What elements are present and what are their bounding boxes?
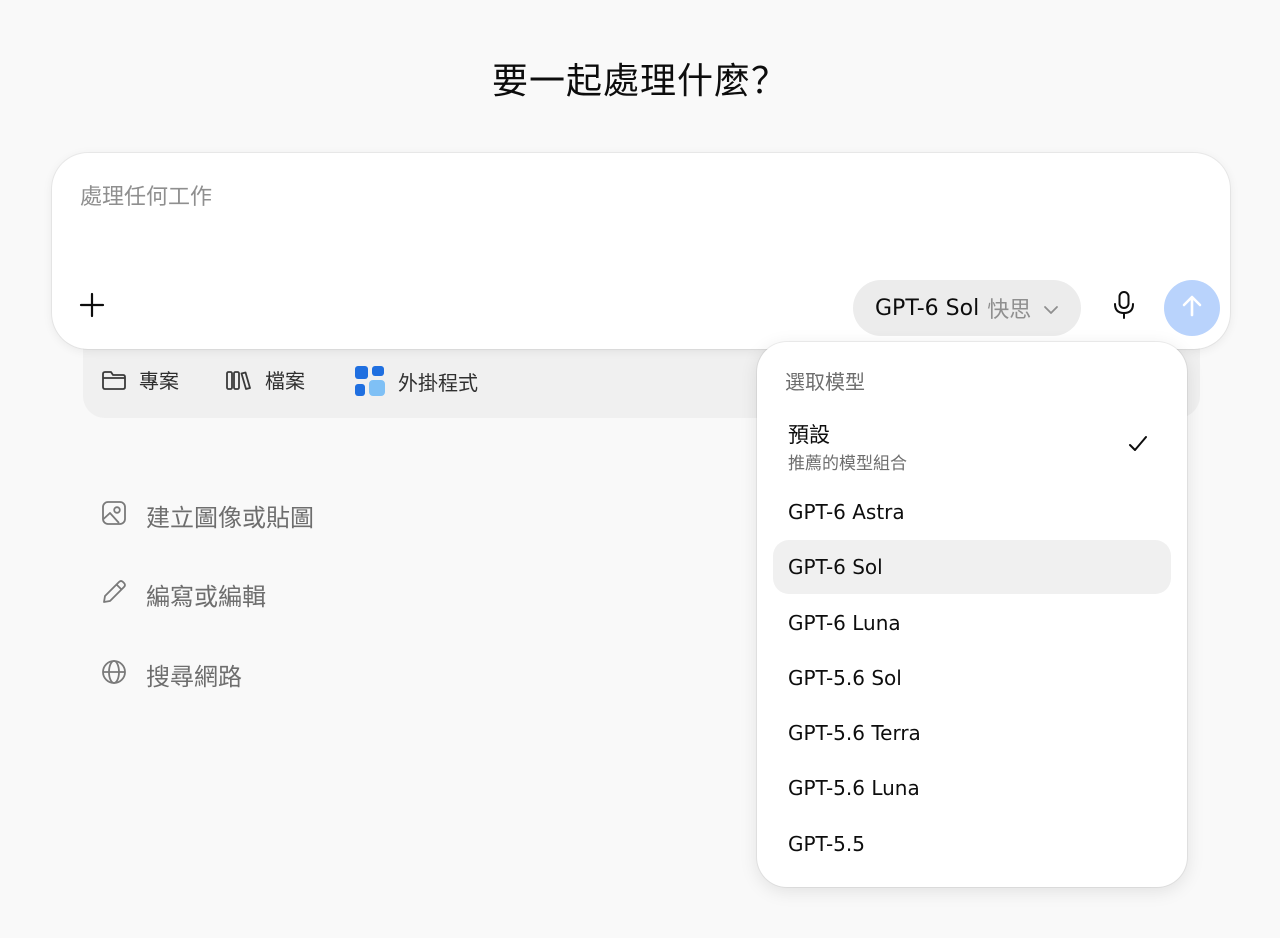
microphone-icon [1112, 290, 1136, 324]
model-option-gpt-6-sol[interactable]: GPT-6 Sol [773, 540, 1171, 594]
tray-item-plugins[interactable]: 外掛程式 [354, 365, 478, 397]
image-icon [100, 499, 128, 533]
model-name: GPT-6 Sol [875, 295, 980, 321]
model-option-gpt-5-5[interactable]: GPT-5.5 [773, 817, 1171, 871]
folder-icon [101, 369, 127, 391]
suggestion-label: 編寫或編輯 [146, 583, 266, 611]
suggestion-label: 建立圖像或貼圖 [146, 504, 314, 532]
suggestion-label: 搜尋網路 [146, 663, 242, 691]
model-option-gpt-6-astra[interactable]: GPT-6 Astra [773, 485, 1171, 539]
model-mode: 快思 [987, 298, 1032, 323]
tray-item-label: 外掛程式 [398, 370, 478, 395]
dropdown-heading: 選取模型 [785, 370, 865, 394]
tray-item-projects[interactable]: 專案 [101, 365, 179, 394]
pencil-icon [100, 578, 128, 612]
model-option-gpt-5-6-terra[interactable]: GPT-5.6 Terra [773, 706, 1171, 760]
voice-input-button[interactable] [1104, 287, 1144, 327]
chevron-down-icon [1043, 296, 1059, 321]
model-dropdown: 選取模型 預設 推薦的模型組合 GPT-6 Astra GPT-6 Sol GP… [757, 342, 1187, 887]
model-option-default[interactable]: 預設 推薦的模型組合 [773, 412, 1171, 478]
suggestion-write-edit[interactable]: 編寫或編輯 [100, 577, 266, 612]
apps-grid-icon [354, 365, 386, 397]
model-option-gpt-6-luna[interactable]: GPT-6 Luna [773, 596, 1171, 650]
tray-item-label: 專案 [139, 369, 179, 393]
plus-icon [79, 292, 105, 322]
suggestion-create-image[interactable]: 建立圖像或貼圖 [100, 498, 314, 533]
default-option-title: 預設 [788, 423, 830, 447]
default-option-subtitle: 推薦的模型組合 [788, 454, 907, 474]
model-selector-button[interactable]: GPT-6 Sol 快思 [853, 280, 1082, 336]
add-attachment-button[interactable] [72, 287, 112, 327]
model-option-gpt-5-6-luna[interactable]: GPT-5.6 Luna [773, 761, 1171, 815]
arrow-up-icon [1181, 294, 1203, 322]
send-button[interactable] [1164, 280, 1220, 336]
suggestion-search-web[interactable]: 搜尋網路 [100, 657, 242, 692]
library-icon [225, 369, 253, 391]
prompt-input[interactable] [80, 177, 1180, 217]
globe-icon [100, 658, 128, 692]
check-icon [1127, 434, 1149, 458]
tray-item-files[interactable]: 檔案 [225, 365, 305, 394]
composer: GPT-6 Sol 快思 [52, 153, 1230, 349]
page-heading: 要一起處理什麼？ [491, 61, 788, 102]
tray-item-label: 檔案 [265, 369, 305, 393]
model-option-gpt-5-6-sol[interactable]: GPT-5.6 Sol [773, 651, 1171, 705]
